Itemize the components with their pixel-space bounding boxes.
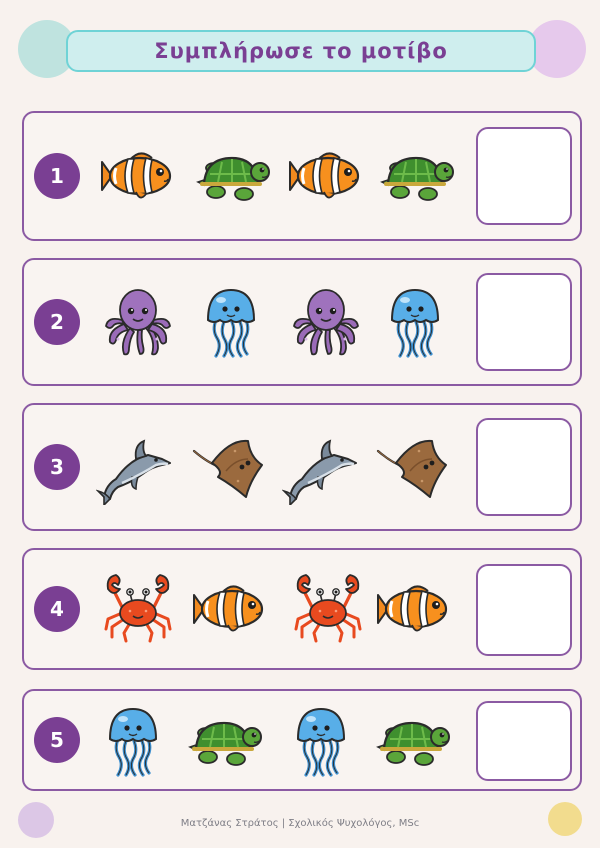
crab-icon [290, 571, 366, 647]
row-number-badge: 1 [34, 153, 80, 199]
octopus-icon [288, 284, 364, 360]
clownfish-icon [288, 138, 364, 214]
row-number-badge: 4 [34, 586, 80, 632]
answer-box[interactable] [476, 564, 572, 656]
crab-icon [100, 571, 176, 647]
corner-circle-pink [528, 20, 586, 78]
jellyfish-icon [94, 703, 170, 779]
row-number-badge: 2 [34, 299, 80, 345]
jellyfish-icon [192, 284, 268, 360]
page-title: Συμπλήρωσε το μοτίβο [154, 39, 448, 63]
page-title-banner: Συμπλήρωσε το μοτίβο [66, 30, 536, 72]
dolphin-icon [96, 429, 172, 505]
stingray-icon [374, 429, 450, 505]
clownfish-icon [100, 138, 176, 214]
octopus-icon [100, 284, 176, 360]
dolphin-icon [282, 429, 358, 505]
turtle-icon [188, 703, 264, 779]
clownfish-icon [192, 571, 268, 647]
pattern-row-5: 5 [22, 689, 582, 791]
pattern-row-3: 3 [22, 403, 582, 531]
pattern-row-2: 2 [22, 258, 582, 386]
turtle-icon [196, 138, 272, 214]
answer-box[interactable] [476, 418, 572, 516]
footer-credit: Ματζάνας Στράτος | Σχολικός Ψυχολόγος, M… [180, 818, 420, 829]
answer-box[interactable] [476, 701, 572, 781]
stingray-icon [190, 429, 266, 505]
jellyfish-icon [282, 703, 358, 779]
turtle-icon [376, 703, 452, 779]
turtle-icon [380, 138, 456, 214]
answer-box[interactable] [476, 127, 572, 225]
clownfish-icon [376, 571, 452, 647]
jellyfish-icon [376, 284, 452, 360]
row-number-badge: 5 [34, 717, 80, 763]
pattern-row-1: 1 [22, 111, 582, 241]
row-number-badge: 3 [34, 444, 80, 490]
pattern-row-4: 4 [22, 548, 582, 670]
answer-box[interactable] [476, 273, 572, 371]
